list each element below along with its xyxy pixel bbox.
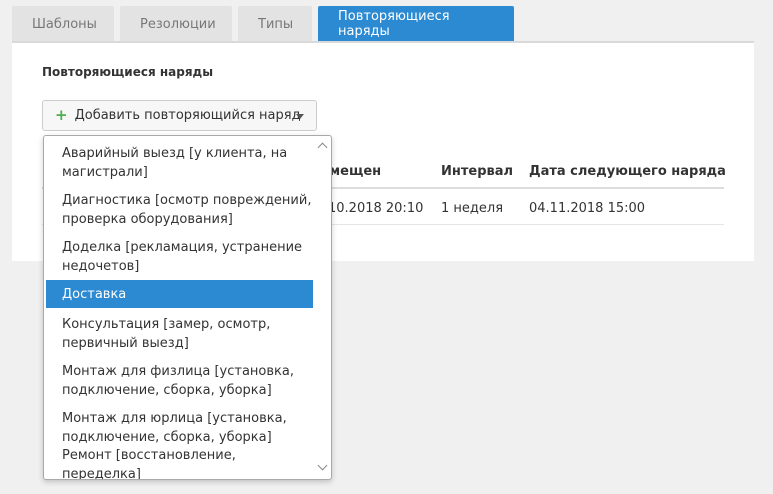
tab-label: Резолюции <box>140 16 216 32</box>
dropdown-option-delivery[interactable]: Доставка <box>46 280 313 308</box>
dropdown-option-repair[interactable]: Ремонт [восстановление, переделка] <box>46 448 313 479</box>
add-recurring-order-button[interactable]: + Добавить повторяющийся наряд <box>42 100 317 131</box>
option-label: Диагностика [осмотр повреждений, проверк… <box>62 193 312 227</box>
tab-label: Шаблоны <box>32 16 97 32</box>
tab-resolutions[interactable]: Резолюции <box>120 6 232 42</box>
dropdown-option-rework[interactable]: Доделка [рекламация, устранение недочето… <box>46 236 313 278</box>
dropdown-option-diagnostics[interactable]: Диагностика [осмотр повреждений, проверк… <box>46 189 313 231</box>
chevron-up-icon[interactable] <box>317 142 328 153</box>
column-header-interval: Интервал <box>441 164 514 179</box>
add-button-label: Добавить повторяющийся наряд <box>74 108 301 123</box>
dropdown-scrollbar[interactable] <box>314 136 331 479</box>
tab-types[interactable]: Типы <box>238 6 312 42</box>
section-title: Повторяющиеся наряды <box>42 65 214 79</box>
dropdown-option-consultation[interactable]: Консультация [замер, осмотр, первичный в… <box>46 313 313 355</box>
cell-interval: 1 неделя <box>441 201 504 216</box>
tab-templates[interactable]: Шаблоны <box>12 6 114 42</box>
tab-label: Повторяющиеся наряды <box>338 9 450 39</box>
tab-bar: Шаблоны Резолюции Типы Повторяющиеся нар… <box>12 6 514 42</box>
dropdown-option-installation-company[interactable]: Монтаж для юрлица [установка, подключени… <box>46 407 313 449</box>
caret-down-icon <box>296 114 304 119</box>
tab-recurring-orders[interactable]: Повторяющиеся наряды <box>318 6 514 42</box>
option-label: Монтаж для физлица [установка, подключен… <box>62 364 295 398</box>
plus-icon: + <box>55 106 68 124</box>
dropdown-option-emergency[interactable]: Аварийный выезд [у клиента, на магистрал… <box>46 142 313 184</box>
add-order-type-dropdown[interactable]: Аварийный выезд [у клиента, на магистрал… <box>43 135 332 480</box>
column-header-next-date: Дата следующего наряда <box>529 164 726 179</box>
option-label: Консультация [замер, осмотр, первичный в… <box>62 317 271 351</box>
option-label: Доставка <box>62 286 127 302</box>
option-label: Аварийный выезд [у клиента, на магистрал… <box>62 146 288 180</box>
option-label: Монтаж для юрлица [установка, подключени… <box>62 411 287 445</box>
chevron-down-icon[interactable] <box>317 460 328 471</box>
tab-label: Типы <box>258 16 294 32</box>
dropdown-option-installation-individual[interactable]: Монтаж для физлица [установка, подключен… <box>46 360 313 402</box>
option-label: Доделка [рекламация, устранение недочето… <box>62 240 303 274</box>
cell-next-date: 04.11.2018 15:00 <box>529 201 646 216</box>
option-label: Ремонт [восстановление, переделка] <box>62 448 236 480</box>
cell-moved: 10.2018 20:10 <box>328 201 424 216</box>
